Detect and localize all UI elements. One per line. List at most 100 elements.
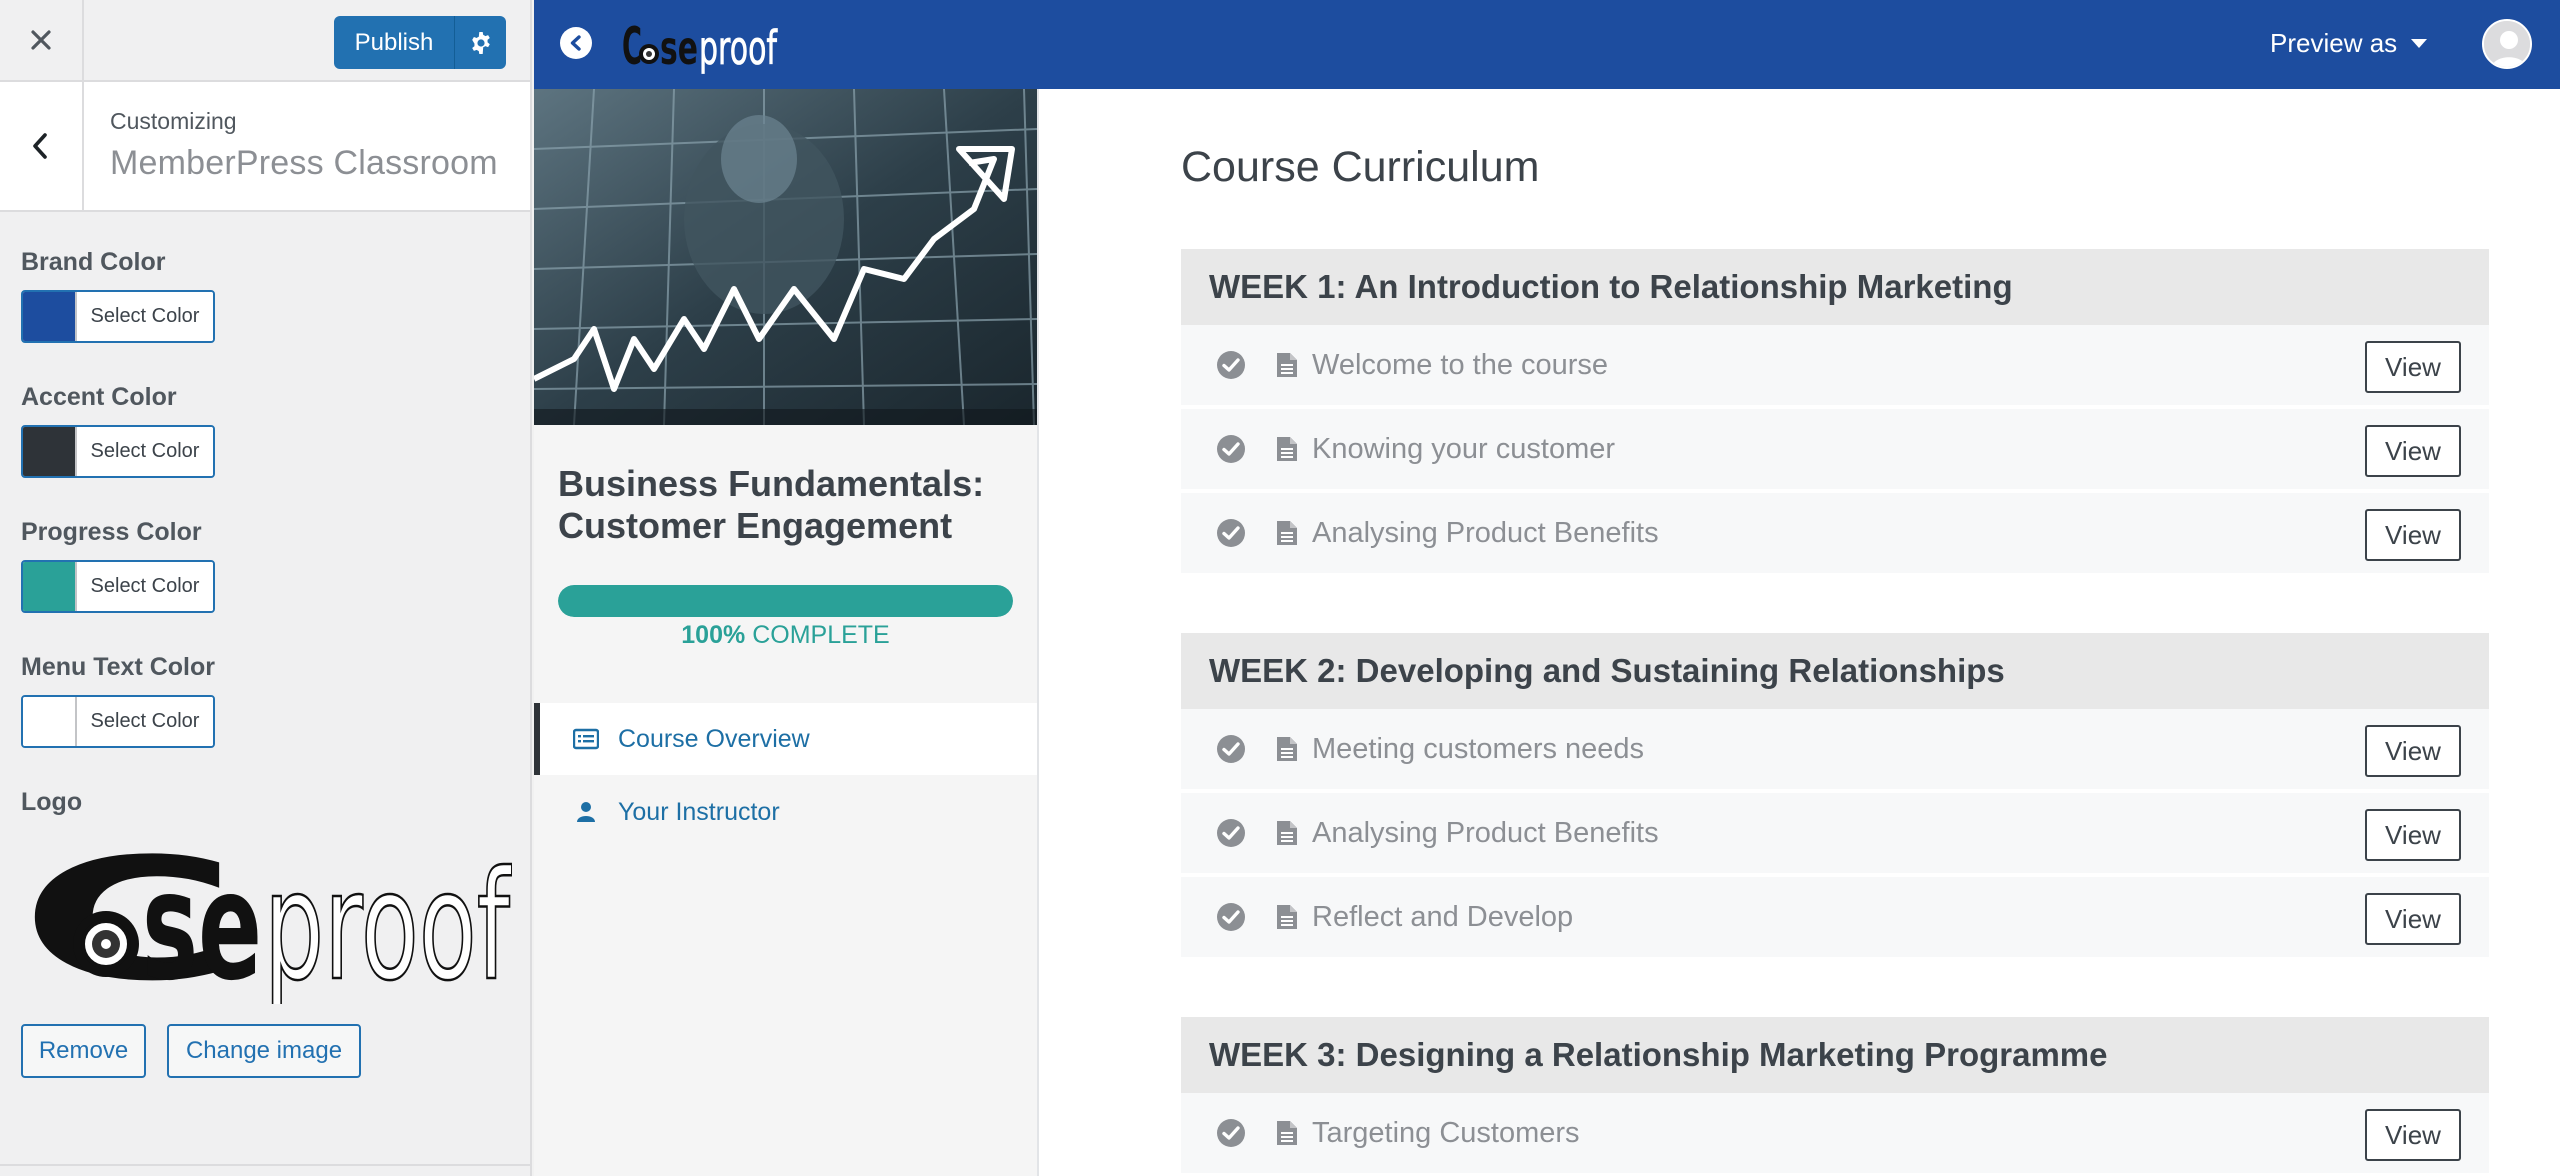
accent-color-picker[interactable]: Select Color xyxy=(21,425,215,478)
svg-text:proof: proof xyxy=(699,21,778,74)
check-circle-icon xyxy=(1217,735,1245,763)
caseproof-logo: C se proof xyxy=(622,17,779,77)
user-avatar[interactable] xyxy=(2482,19,2532,69)
course-featured-image xyxy=(534,89,1037,425)
nav-your-instructor-label: Your Instructor xyxy=(618,797,780,826)
gear-icon xyxy=(471,31,490,54)
document-icon xyxy=(1277,1121,1297,1145)
lesson-title: Knowing your customer xyxy=(1312,432,1616,465)
lesson-title: Analysing Product Benefits xyxy=(1312,516,1659,549)
chevron-left-icon xyxy=(33,133,47,159)
lesson-row: Knowing your customer View xyxy=(1181,409,2489,491)
section-title: MemberPress Classroom xyxy=(110,144,498,182)
course-progress-text: 100% COMPLETE xyxy=(534,621,1037,650)
course-title: Business Fundamentals: Customer Engageme… xyxy=(558,463,985,546)
view-lesson-button[interactable]: View xyxy=(2365,509,2461,561)
course-progress-fill xyxy=(558,585,1013,617)
view-lesson-button[interactable]: View xyxy=(2365,425,2461,477)
nav-course-overview[interactable]: Course Overview xyxy=(534,703,1037,775)
lesson-title: Reflect and Develop xyxy=(1312,900,1574,933)
accent-color-label: Accent Color xyxy=(21,383,177,411)
nav-course-overview-label: Course Overview xyxy=(618,724,810,753)
back-button[interactable] xyxy=(0,82,84,210)
change-image-button[interactable]: Change image xyxy=(167,1024,361,1078)
lesson-title: Meeting customers needs xyxy=(1312,732,1645,765)
course-progress-bar xyxy=(558,585,1013,617)
customizer-panel: Publish Customizing MemberPress Classroo… xyxy=(0,0,532,1176)
brand-color-swatch xyxy=(23,292,77,341)
logo-label: Logo xyxy=(21,788,83,816)
view-lesson-button[interactable]: View xyxy=(2365,1109,2461,1161)
publish-settings-button[interactable] xyxy=(454,16,506,69)
check-circle-icon xyxy=(1217,903,1245,931)
list-icon xyxy=(572,725,600,753)
check-circle-icon xyxy=(1217,819,1245,847)
lesson-row: Targeting Customers View xyxy=(1181,1093,2489,1175)
svg-text:se: se xyxy=(142,840,262,1004)
lesson-row: Reflect and Develop View xyxy=(1181,877,2489,959)
week-header: WEEK 2: Developing and Sustaining Relati… xyxy=(1181,633,2489,709)
customizer-header: Publish xyxy=(0,0,530,82)
close-icon xyxy=(31,30,51,50)
menu-text-color-label: Menu Text Color xyxy=(21,653,215,681)
week-header: WEEK 1: An Introduction to Relationship … xyxy=(1181,249,2489,325)
lesson-row: Welcome to the course View xyxy=(1181,325,2489,407)
remove-logo-button[interactable]: Remove xyxy=(21,1024,146,1078)
progress-color-picker[interactable]: Select Color xyxy=(21,560,215,613)
progress-color-swatch xyxy=(23,562,77,611)
select-color-label: Select Color xyxy=(77,697,213,746)
brand-color-picker[interactable]: Select Color xyxy=(21,290,215,343)
select-color-label: Select Color xyxy=(77,292,213,341)
select-color-label: Select Color xyxy=(77,562,213,611)
user-icon xyxy=(572,798,600,826)
view-lesson-button[interactable]: View xyxy=(2365,725,2461,777)
back-to-site-button[interactable] xyxy=(560,27,592,59)
view-lesson-button[interactable]: View xyxy=(2365,341,2461,393)
brand-logo[interactable]: C se proof xyxy=(620,14,780,77)
view-lesson-button[interactable]: View xyxy=(2365,893,2461,945)
lesson-title: Targeting Customers xyxy=(1312,1116,1580,1149)
lesson-row: Analysing Product Benefits View xyxy=(1181,493,2489,575)
stock-chart-photo xyxy=(534,89,1037,425)
check-circle-icon xyxy=(1217,351,1245,379)
progress-percent: 100% xyxy=(681,621,746,649)
logo-preview: C se proof xyxy=(20,822,513,1018)
check-circle-icon xyxy=(1217,519,1245,547)
lesson-row: Meeting customers needs View xyxy=(1181,709,2489,791)
svg-text:C: C xyxy=(622,17,642,74)
svg-text:se: se xyxy=(660,21,698,74)
course-sidebar: Business Fundamentals: Customer Engageme… xyxy=(534,89,1039,1176)
check-circle-icon xyxy=(1217,435,1245,463)
accent-color-swatch xyxy=(23,427,77,476)
svg-text:proof: proof xyxy=(264,840,512,1004)
user-avatar-icon xyxy=(2484,21,2530,67)
document-icon xyxy=(1277,905,1297,929)
section-header: Customizing MemberPress Classroom xyxy=(0,82,530,212)
document-icon xyxy=(1277,353,1297,377)
brand-color-label: Brand Color xyxy=(21,248,166,276)
close-customizer-button[interactable] xyxy=(0,0,84,80)
lesson-title: Welcome to the course xyxy=(1312,348,1609,381)
lesson-row: Analysing Product Benefits View xyxy=(1181,793,2489,875)
document-icon xyxy=(1277,437,1297,461)
caseproof-logo: C se proof xyxy=(20,822,513,1018)
progress-suffix: COMPLETE xyxy=(752,621,890,649)
chevron-left-icon xyxy=(570,35,581,51)
preview-as-dropdown[interactable]: Preview as xyxy=(2270,28,2428,59)
menu-text-color-swatch xyxy=(23,697,77,746)
check-circle-icon xyxy=(1217,1119,1245,1147)
curriculum-title: Course Curriculum xyxy=(1181,143,1540,191)
select-color-label: Select Color xyxy=(77,427,213,476)
document-icon xyxy=(1277,821,1297,845)
customizing-label: Customizing xyxy=(110,108,237,134)
panel-footer-divider xyxy=(0,1164,530,1166)
menu-text-color-picker[interactable]: Select Color xyxy=(21,695,215,748)
publish-button[interactable]: Publish xyxy=(334,16,454,69)
view-lesson-button[interactable]: View xyxy=(2365,809,2461,861)
lesson-title: Analysing Product Benefits xyxy=(1312,816,1659,849)
document-icon xyxy=(1277,737,1297,761)
nav-your-instructor[interactable]: Your Instructor xyxy=(534,776,1037,848)
preview-as-label: Preview as xyxy=(2270,28,2398,58)
progress-color-label: Progress Color xyxy=(21,518,202,546)
site-preview: C se proof Preview as Business Fundament… xyxy=(534,0,2560,1176)
